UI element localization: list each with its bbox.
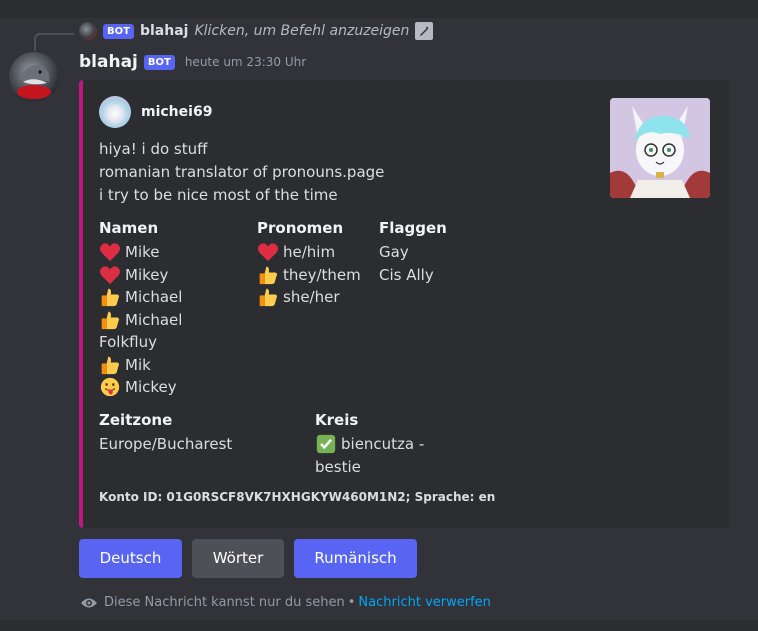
heart-icon bbox=[100, 266, 120, 284]
pronoun-entry: she/her bbox=[257, 286, 361, 309]
name-text: Mik bbox=[125, 355, 151, 374]
pronoun-text: he/him bbox=[283, 243, 336, 261]
field-circle: Kreis biencutza - bestie bbox=[315, 409, 424, 478]
name-text: Michael bbox=[125, 288, 183, 306]
name-entry: Mik bbox=[99, 354, 182, 377]
pronoun-entry: he/him bbox=[257, 241, 361, 264]
dismiss-message-link[interactable]: Nachricht verwerfen bbox=[358, 595, 490, 610]
description-line: i try to be nice most of the time bbox=[99, 186, 338, 204]
slash-command-icon bbox=[415, 22, 434, 40]
thumbs-up-icon bbox=[259, 288, 277, 307]
embed-footer: Konto ID: 01G0RSCF8VK7HXHGKYW460M1N2; Sp… bbox=[99, 490, 496, 504]
field-flags: Flaggen Gay Cis Ally bbox=[379, 217, 447, 286]
heart-icon bbox=[258, 243, 278, 262]
author-avatar bbox=[99, 96, 131, 128]
ephemeral-text: Diese Nachricht kannst nur du sehen bbox=[104, 595, 345, 610]
ephemeral-separator: • bbox=[347, 595, 356, 610]
circle-entry: biencutza - bbox=[315, 433, 424, 456]
rumaenisch-button[interactable]: Rumänisch bbox=[294, 539, 417, 578]
name-text: Mikey bbox=[125, 265, 169, 284]
field-pronouns: Pronomen he/him they/them she/her bbox=[257, 217, 361, 309]
message-timestamp[interactable]: heute um 23:30 Uhr bbox=[185, 55, 306, 69]
reply-command-text[interactable]: Klicken, um Befehl anzuzeigen bbox=[194, 23, 409, 39]
deutsch-button[interactable]: Deutsch bbox=[79, 539, 182, 578]
name-entry: Mikey bbox=[99, 264, 182, 287]
pronoun-text: they/them bbox=[283, 265, 361, 284]
name-entry: Mike bbox=[99, 241, 182, 264]
description-line: hiya! i do stuff bbox=[99, 140, 208, 158]
field-pronouns-title: Pronomen bbox=[257, 219, 344, 237]
message-bot-tag: BOT bbox=[143, 54, 175, 70]
thumbs-up-icon bbox=[259, 266, 277, 284]
bottom-bar bbox=[0, 620, 758, 631]
message-header: blahaj BOT heute um 23:30 Uhr bbox=[79, 52, 306, 72]
embed-author-name: michei69 bbox=[141, 104, 213, 120]
pronoun-entry: they/them bbox=[257, 264, 361, 287]
name-text: Folkfluy bbox=[99, 333, 157, 351]
circle-text-continued: bestie bbox=[315, 457, 361, 476]
name-entry: Michael bbox=[99, 286, 182, 309]
check-mark-icon bbox=[316, 435, 336, 454]
reply-bot-tag: BOT bbox=[103, 23, 134, 39]
pronoun-text: she/her bbox=[283, 288, 340, 306]
bot-avatar[interactable] bbox=[9, 52, 59, 102]
profile-embed: michei69 hiya! i do stuff romanian trans… bbox=[79, 80, 729, 528]
field-circle-title: Kreis bbox=[315, 411, 359, 429]
field-names-title: Namen bbox=[99, 219, 159, 237]
flag-entry: Cis Ally bbox=[379, 265, 434, 284]
embed-author: michei69 bbox=[99, 96, 212, 128]
field-names: Namen Mike Mikey Michael Michael Folkflu… bbox=[99, 217, 182, 399]
thumbs-up-icon bbox=[101, 311, 119, 329]
name-entry: Mickey bbox=[99, 376, 182, 399]
timezone-value: Europe/Bucharest bbox=[99, 435, 233, 453]
name-entry: Michael bbox=[99, 309, 182, 332]
embed-thumbnail[interactable] bbox=[610, 98, 710, 198]
field-flags-title: Flaggen bbox=[379, 219, 447, 237]
thumbs-up-icon bbox=[101, 288, 119, 307]
reply-reference[interactable]: BOT blahaj Klicken, um Befehl anzuzeigen bbox=[79, 20, 434, 42]
eye-icon bbox=[81, 598, 97, 607]
circle-text: biencutza - bbox=[341, 435, 425, 453]
heart-icon bbox=[100, 243, 120, 262]
field-timezone: Zeitzone Europe/Bucharest bbox=[99, 409, 232, 456]
name-entry: Folkfluy bbox=[99, 331, 182, 354]
reply-username[interactable]: blahaj bbox=[140, 23, 188, 39]
name-text: Mike bbox=[125, 243, 160, 261]
embed-description: hiya! i do stuff romanian translator of … bbox=[99, 138, 384, 207]
name-text: Mickey bbox=[125, 378, 177, 396]
top-bar bbox=[0, 0, 758, 18]
woerter-button[interactable]: Wörter bbox=[192, 539, 284, 578]
reply-spine bbox=[34, 33, 74, 51]
tongue-face-icon bbox=[100, 378, 120, 397]
description-line: romanian translator of pronouns.page bbox=[99, 163, 385, 181]
reply-avatar[interactable] bbox=[79, 22, 97, 40]
flag-entry: Gay bbox=[379, 243, 409, 261]
field-timezone-title: Zeitzone bbox=[99, 411, 173, 429]
message-username[interactable]: blahaj bbox=[79, 52, 138, 72]
thumbs-up-icon bbox=[101, 356, 119, 374]
ephemeral-notice: Diese Nachricht kannst nur du sehen • Na… bbox=[80, 595, 491, 610]
name-text: Michael bbox=[125, 310, 183, 329]
